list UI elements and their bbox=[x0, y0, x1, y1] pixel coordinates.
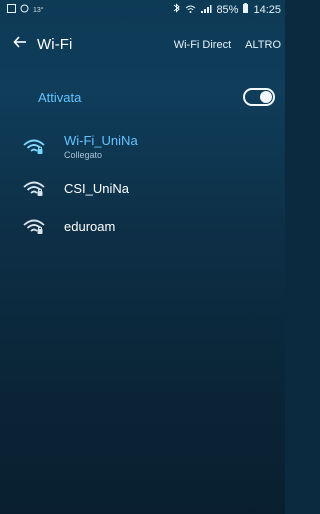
back-arrow-icon bbox=[13, 35, 27, 54]
network-item[interactable]: Wi-Fi_UniNa Collegato bbox=[0, 124, 285, 170]
network-name: CSI_UniNa bbox=[64, 181, 130, 197]
network-name: eduroam bbox=[64, 219, 116, 235]
app-bar: Wi-Fi Wi-Fi Direct ALTRO bbox=[0, 20, 285, 69]
bluetooth-icon bbox=[173, 3, 181, 17]
status-left: 13° bbox=[7, 4, 44, 16]
network-text: Wi-Fi_UniNa Collegato bbox=[64, 134, 138, 160]
time: 14:25 bbox=[253, 4, 281, 16]
temperature-text: 13° bbox=[33, 6, 44, 14]
wifi-toggle-knob bbox=[260, 91, 272, 103]
more-button[interactable]: ALTRO bbox=[245, 39, 281, 51]
battery-percent: 85% bbox=[216, 4, 239, 16]
square-icon bbox=[7, 4, 16, 16]
network-text: CSI_UniNa bbox=[64, 182, 129, 196]
wifi-lock-icon bbox=[22, 179, 46, 199]
signal-icon bbox=[200, 4, 212, 17]
network-item[interactable]: CSI_UniNa bbox=[0, 170, 285, 208]
network-list: Wi-Fi_UniNa Collegato CSI_UniNa eduroam bbox=[0, 124, 285, 246]
wifi-direct-button[interactable]: Wi-Fi Direct bbox=[174, 39, 231, 51]
wifi-status-icon bbox=[185, 4, 196, 17]
status-bar: 13° 85% 14:25 bbox=[0, 0, 285, 20]
page-title: Wi-Fi bbox=[37, 36, 73, 53]
wifi-toggle-row[interactable]: Attivata bbox=[0, 81, 285, 113]
circle-icon bbox=[20, 4, 29, 16]
battery-icon bbox=[242, 3, 249, 17]
network-name: Wi-Fi_UniNa bbox=[64, 133, 138, 149]
network-status: Collegato bbox=[64, 149, 103, 160]
wifi-settings-screen: 13° 85% 14:25 Wi-Fi Wi-Fi Direct ALTRO A… bbox=[0, 0, 285, 514]
status-right: 85% 14:25 bbox=[173, 3, 281, 17]
network-item[interactable]: eduroam bbox=[0, 208, 285, 246]
network-text: eduroam bbox=[64, 220, 115, 234]
back-button[interactable] bbox=[0, 20, 40, 69]
wifi-toggle-label: Attivata bbox=[38, 89, 82, 105]
wifi-toggle-switch[interactable] bbox=[243, 88, 275, 106]
wifi-lock-icon bbox=[22, 217, 46, 237]
wifi-lock-icon bbox=[22, 137, 46, 157]
